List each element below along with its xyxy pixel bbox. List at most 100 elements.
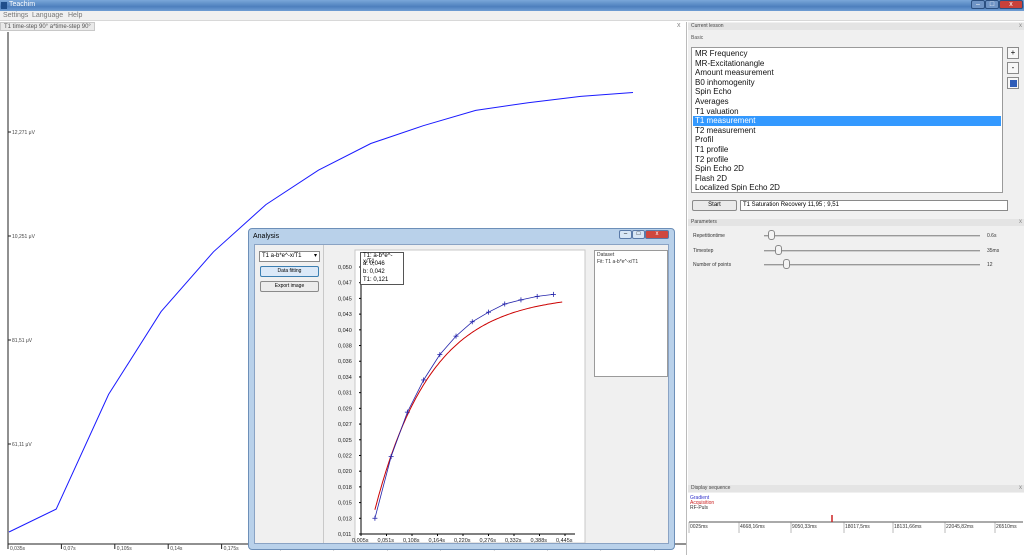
status-field: T1 Saturation Recovery 11,95 ; 9,51: [740, 200, 1008, 211]
dataset-panel: Dataset Fit: T1 a-b*e^-x/T1: [590, 245, 668, 543]
fit-function-select[interactable]: T1 a-b*e^-x/T1 ▾: [259, 251, 320, 262]
parameter-slider-thumb[interactable]: [783, 259, 791, 269]
parameter-slider-thumb[interactable]: [774, 245, 782, 255]
minimize-button[interactable]: –: [971, 0, 985, 9]
method-item[interactable]: T1 valuation: [693, 107, 1001, 117]
app-icon: [1, 2, 7, 9]
method-item[interactable]: MR-Excitationangle: [693, 59, 1001, 69]
method-item[interactable]: Flash 2D: [693, 174, 1001, 184]
window-titlebar: Teachim – □ x: [0, 0, 1024, 11]
menu-language[interactable]: Language: [32, 12, 63, 19]
analysis-y-tick-label: 0,018: [338, 485, 352, 491]
main-x-tick-label: 0,07s: [63, 546, 76, 552]
analysis-x-tick-label: 0,220s: [454, 538, 471, 543]
fit-results-box: T1: a-b*e^-x/T1 a: 0,046 b: 0,042 T1: 0,…: [360, 252, 404, 285]
floppy-disk-icon: [1009, 80, 1017, 87]
menu-bar: Settings Language Help: [0, 11, 1024, 21]
parameter-value: 0.6s: [987, 233, 997, 239]
data-fitting-button[interactable]: Data fitting: [260, 266, 319, 277]
method-item[interactable]: T1 profile: [693, 145, 1001, 155]
main-x-tick-label: 0,105s: [117, 546, 133, 552]
parameter-slider-thumb[interactable]: [768, 230, 776, 240]
sequence-legend-item: RF-Puls: [690, 505, 709, 511]
maximize-button[interactable]: □: [985, 0, 999, 9]
method-item[interactable]: T2 profile: [693, 155, 1001, 165]
method-item[interactable]: Spin Echo: [693, 87, 1001, 97]
method-item[interactable]: Spin Echo 2D: [693, 164, 1001, 174]
sequence-tick-label: 18131,66ms: [894, 524, 922, 530]
display-sequence-close-icon[interactable]: x: [1019, 485, 1022, 492]
analysis-x-tick-label: 0,051s: [378, 538, 395, 543]
fit-function-value: T1 a-b*e^-x/T1: [262, 253, 302, 259]
analysis-y-tick-label: 0,022: [338, 453, 352, 459]
analysis-y-tick-label: 0,020: [338, 469, 352, 475]
method-item[interactable]: T2 measurement: [693, 126, 1001, 136]
parameter-slider-track[interactable]: [764, 235, 980, 237]
dataset-box: Dataset Fit: T1 a-b*e^-x/T1: [594, 250, 668, 377]
method-item[interactable]: Amount measurement: [693, 68, 1001, 78]
main-y-tick-label: 81,51 μV: [12, 338, 33, 344]
sequence-tick-label: 9050,33ms: [792, 524, 817, 530]
method-item[interactable]: MR Frequency: [693, 49, 1001, 59]
dialog-body: T1 a-b*e^-x/T1 ▾ Data fitting Export ima…: [254, 244, 669, 544]
analysis-x-tick-label: 0,108s: [403, 538, 420, 543]
current-lesson-label: Current lesson: [691, 23, 724, 29]
analysis-y-tick-label: 0,043: [338, 312, 352, 318]
dialog-minimize-button[interactable]: –: [619, 230, 632, 239]
parameter-value: 35ms: [987, 248, 1000, 254]
fit-param-a: a: 0,046: [363, 261, 385, 267]
analysis-y-tick-label: 0,038: [338, 344, 352, 350]
main-y-tick-label: 61,11 μV: [12, 442, 32, 448]
start-button[interactable]: Start: [692, 200, 737, 211]
method-item[interactable]: Profil: [693, 135, 1001, 145]
method-item[interactable]: Localized Spin Echo 2D: [693, 183, 1001, 193]
analysis-dialog: Analysis – □ x T1 a-b*e^-x/T1 ▾ Data fit…: [248, 228, 675, 550]
parameter-label: Timestep: [693, 248, 714, 254]
method-item[interactable]: T1 measurement: [693, 116, 1001, 126]
method-item[interactable]: Averages: [693, 97, 1001, 107]
fit-param-t1: T1: 0,121: [363, 277, 389, 283]
current-lesson-header: Current lesson x: [688, 23, 1024, 30]
analysis-y-tick-label: 0,029: [338, 406, 352, 412]
analysis-y-tick-label: 0,047: [338, 281, 352, 287]
analysis-y-tick-label: 0,036: [338, 359, 352, 365]
parameter-slider-track[interactable]: [764, 250, 980, 252]
sequence-tick-label: 0025ms: [690, 524, 708, 530]
plot-close-icon[interactable]: x: [677, 22, 681, 29]
add-button[interactable]: +: [1007, 47, 1019, 59]
right-panel: Current lesson x Basic MR Frequency MR-Ex…: [688, 22, 1024, 555]
dialog-title: Analysis: [253, 233, 280, 240]
analysis-plot-background: [354, 249, 586, 543]
analysis-x-tick-label: 0,276s: [480, 538, 497, 543]
analysis-x-tick-label: 0,164s: [429, 538, 446, 543]
current-lesson-close-icon[interactable]: x: [1019, 23, 1022, 30]
analysis-x-tick-label: 0,445s: [556, 538, 573, 543]
method-item[interactable]: B0 inhomogenity: [693, 78, 1001, 88]
dialog-controls: T1 a-b*e^-x/T1 ▾ Data fitting Export ima…: [255, 245, 324, 543]
menu-help[interactable]: Help: [68, 12, 82, 19]
sequence-tick-label: 18017,5ms: [845, 524, 870, 530]
sequence-tick-label: 26510ms: [996, 524, 1017, 530]
main-x-tick-label: 0,035s: [10, 546, 26, 552]
dialog-maximize-button[interactable]: □: [632, 230, 645, 239]
parameter-slider-track[interactable]: [764, 264, 980, 266]
analysis-y-tick-label: 0,013: [338, 516, 352, 522]
analysis-y-tick-label: 0,031: [338, 391, 352, 397]
analysis-y-tick-label: 0,045: [338, 296, 352, 302]
menu-settings[interactable]: Settings: [3, 12, 28, 19]
method-list[interactable]: MR Frequency MR-Excitationangle Amount mea…: [691, 47, 1003, 193]
main-x-tick-label: 0,175s: [224, 546, 240, 552]
close-button[interactable]: x: [999, 0, 1023, 9]
sequence-tick-label: 22045,82ms: [946, 524, 974, 530]
main-x-tick-label: 0,14s: [170, 546, 183, 552]
dialog-close-button[interactable]: x: [645, 230, 669, 239]
analysis-y-tick-label: 0,011: [338, 532, 351, 538]
parameters-close-icon[interactable]: x: [1019, 219, 1022, 226]
remove-button[interactable]: -: [1007, 62, 1019, 74]
main-y-tick-label: 12,271 μV: [12, 130, 36, 136]
analysis-x-tick-label: 0,388s: [531, 538, 548, 543]
save-button[interactable]: [1007, 77, 1019, 89]
plot-tab[interactable]: T1 time-step 90° a*time-step 90°: [0, 22, 95, 31]
export-image-button[interactable]: Export image: [260, 281, 319, 292]
sequence-tick-label: 4668,16ms: [740, 524, 765, 530]
